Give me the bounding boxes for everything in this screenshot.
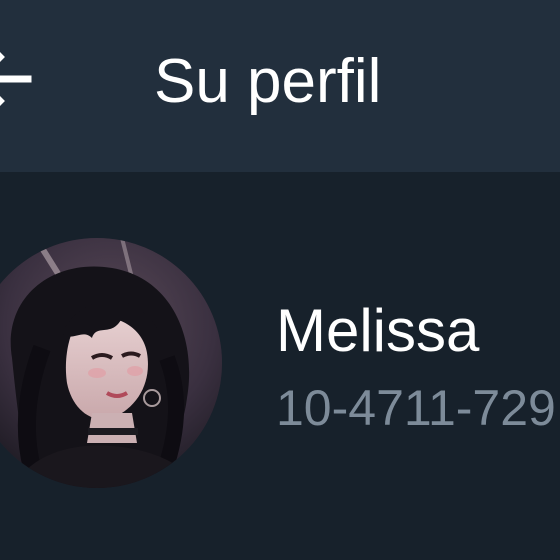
profile-phone: 10-4711-729 — [276, 380, 556, 436]
profile-screen: Su perfil Melissa 10-4711-729 — [0, 0, 560, 560]
back-button[interactable] — [0, 44, 40, 114]
app-bar: Su perfil — [0, 0, 560, 172]
profile-name: Melissa — [276, 297, 480, 364]
arrow-left-icon — [0, 52, 32, 106]
page-title: Su perfil — [154, 47, 382, 116]
avatar[interactable] — [0, 238, 222, 488]
avatar-image — [0, 238, 222, 488]
profile-row[interactable]: Melissa 10-4711-729 — [0, 172, 560, 560]
